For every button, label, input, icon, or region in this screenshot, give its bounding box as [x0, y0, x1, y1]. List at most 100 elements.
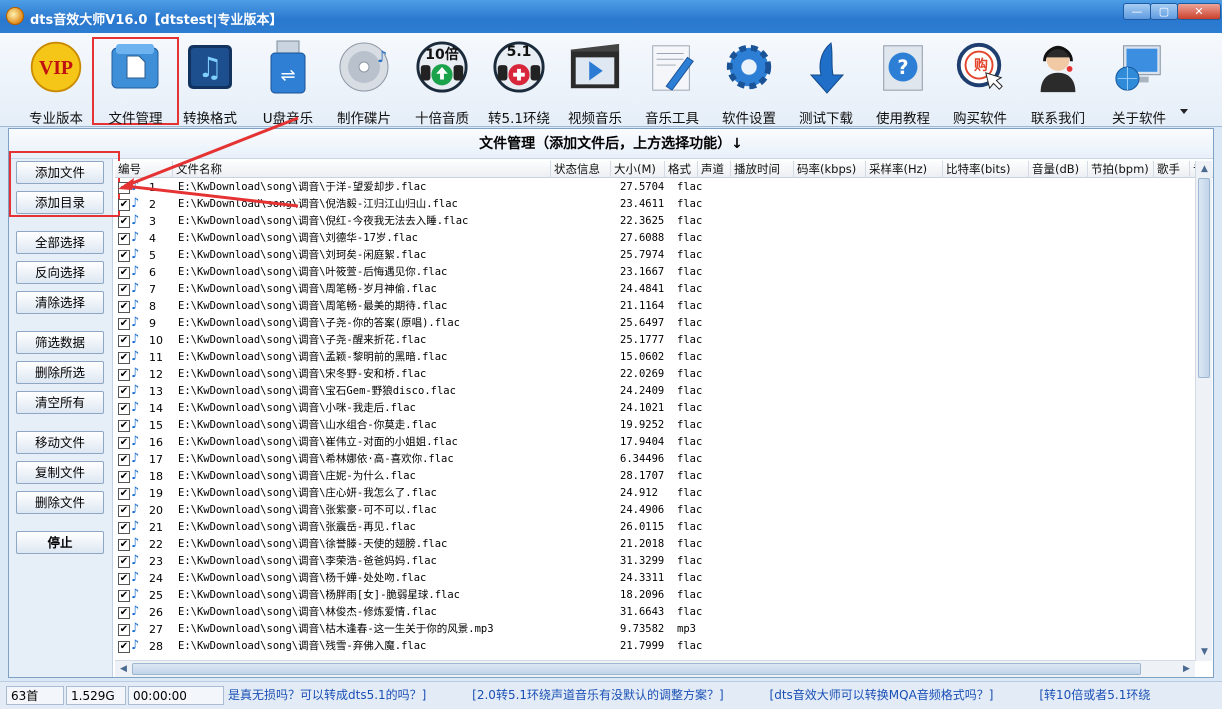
table-row[interactable]: ✔ ♪ 22 E:\KwDownload\song\调音\徐誉滕-天使的翅膀.flac…	[115, 536, 1197, 553]
tool-about-software[interactable]: 关于软件	[1100, 37, 1178, 127]
invert-selection-button[interactable]: 反向选择	[16, 261, 104, 284]
table-row[interactable]: ✔ ♪ 28 E:\KwDownload\song\调音\残雪-弃佛入魔.flac 21…	[115, 638, 1197, 655]
row-checkbox[interactable]: ✔	[118, 250, 130, 262]
tips-marquee[interactable]: 是真无损吗？可以转成dts5.1的吗？] [2.0转5.1环绕声道音乐有没默认的…	[228, 686, 1218, 705]
horizontal-scrollbar[interactable]: ◀ ▶	[115, 660, 1195, 677]
table-row[interactable]: ✔ ♪ 15 E:\KwDownload\song\调音\山水组合-你莫走.flac 1…	[115, 417, 1197, 434]
tool-test-download[interactable]: 测试下载	[787, 37, 865, 127]
col-number[interactable]: 编号	[115, 161, 173, 178]
horizontal-scroll-thumb[interactable]	[132, 663, 1141, 675]
row-checkbox[interactable]: ✔	[118, 624, 130, 636]
tool-ten-times-quality[interactable]: 10倍 十倍音质	[403, 37, 481, 127]
clear-selection-button[interactable]: 清除选择	[16, 291, 104, 314]
table-row[interactable]: ✔ ♪ 23 E:\KwDownload\song\调音\李荣浩-爸爸妈妈.flac 3…	[115, 553, 1197, 570]
row-checkbox[interactable]: ✔	[118, 522, 130, 534]
table-row[interactable]: ✔ ♪ 14 E:\KwDownload\song\调音\小咪-我走后.flac 24.…	[115, 400, 1197, 417]
close-button[interactable]: ✕	[1177, 3, 1221, 20]
row-checkbox[interactable]: ✔	[118, 216, 130, 228]
filter-data-button[interactable]: 筛选数据	[16, 331, 104, 354]
table-row[interactable]: ✔ ♪ 18 E:\KwDownload\song\调音\庄妮-为什么.flac 28.…	[115, 468, 1197, 485]
select-all-button[interactable]: 全部选择	[16, 231, 104, 254]
table-row[interactable]: ✔ ♪ 20 E:\KwDownload\song\调音\张紫豪-可不可以.flac 2…	[115, 502, 1197, 519]
row-checkbox[interactable]: ✔	[118, 335, 130, 347]
row-checkbox[interactable]: ✔	[118, 267, 130, 279]
table-row[interactable]: ✔ ♪ 12 E:\KwDownload\song\调音\宋冬野-安和桥.flac 22…	[115, 366, 1197, 383]
col-volume[interactable]: 音量(dB)	[1029, 161, 1088, 178]
tool-buy-software[interactable]: 购 购买软件	[941, 37, 1019, 127]
table-row[interactable]: ✔ ♪ 8 E:\KwDownload\song\调音\周笔畅-最美的期待.flac 2…	[115, 298, 1197, 315]
scroll-down-icon[interactable]: ▼	[1196, 644, 1213, 661]
vertical-scrollbar[interactable]: ▲ ▼	[1195, 161, 1212, 661]
row-checkbox[interactable]: ✔	[118, 233, 130, 245]
row-checkbox[interactable]: ✔	[118, 641, 130, 653]
col-samplerate[interactable]: 采样率(Hz)	[866, 161, 943, 178]
tool-surround-51[interactable]: 5.1 转5.1环绕	[480, 37, 558, 127]
col-status[interactable]: 状态信息	[551, 161, 611, 178]
table-row[interactable]: ✔ ♪ 10 E:\KwDownload\song\调音\子尧-醒来折花.flac 25…	[115, 332, 1197, 349]
tool-contact-us[interactable]: 联系我们	[1019, 37, 1097, 127]
table-row[interactable]: ✔ ♪ 2 E:\KwDownload\song\调音\倪浩毅-江归江山归山.flac…	[115, 196, 1197, 213]
table-row[interactable]: ✔ ♪ 13 E:\KwDownload\song\调音\宝石Gem-野狼disco.…	[115, 383, 1197, 400]
copy-file-button[interactable]: 复制文件	[16, 461, 104, 484]
col-channel[interactable]: 声道	[698, 161, 731, 178]
stop-button[interactable]: 停止	[16, 531, 104, 554]
table-row[interactable]: ✔ ♪ 19 E:\KwDownload\song\调音\庄心妍-我怎么了.flac 2…	[115, 485, 1197, 502]
col-format[interactable]: 格式	[665, 161, 698, 178]
minimize-button[interactable]: —	[1123, 3, 1151, 20]
delete-file-button[interactable]: 删除文件	[16, 491, 104, 514]
row-checkbox[interactable]: ✔	[118, 403, 130, 415]
row-checkbox[interactable]: ✔	[118, 352, 130, 364]
table-row[interactable]: ✔ ♪ 9 E:\KwDownload\song\调音\子尧-你的答案(原唱).fla…	[115, 315, 1197, 332]
table-row[interactable]: ✔ ♪ 26 E:\KwDownload\song\调音\林俊杰-修炼爱情.flac 3…	[115, 604, 1197, 621]
row-checkbox[interactable]: ✔	[118, 301, 130, 313]
tool-pro-version[interactable]: VIP 专业版本	[17, 37, 95, 127]
tool-usb-music[interactable]: ⇌ U盘音乐	[249, 37, 327, 127]
col-artist[interactable]: 歌手	[1154, 161, 1190, 178]
table-row[interactable]: ✔ ♪ 25 E:\KwDownload\song\调音\杨胖雨[女]-脆弱星球.fl…	[115, 587, 1197, 604]
col-size[interactable]: 大小(M)	[611, 161, 665, 178]
row-checkbox[interactable]: ✔	[118, 182, 130, 194]
table-row[interactable]: ✔ ♪ 1 E:\KwDownload\song\调音\于洋-望爱却步.flac 27.…	[115, 179, 1197, 196]
tip-link[interactable]: [dts音效大师可以转换MQA音频格式吗？]	[770, 688, 994, 702]
row-checkbox[interactable]: ✔	[118, 573, 130, 585]
maximize-button[interactable]: ▢	[1150, 3, 1178, 20]
table-row[interactable]: ✔ ♪ 27 E:\KwDownload\song\调音\枯木逢春-这一生关于你的风景…	[115, 621, 1197, 638]
tip-link[interactable]: [2.0转5.1环绕声道音乐有没默认的调整方案？]	[472, 688, 724, 702]
table-row[interactable]: ✔ ♪ 4 E:\KwDownload\song\调音\刘德华-17岁.flac 27.…	[115, 230, 1197, 247]
row-checkbox[interactable]: ✔	[118, 199, 130, 211]
delete-selected-button[interactable]: 删除所选	[16, 361, 104, 384]
tool-software-settings[interactable]: 软件设置	[710, 37, 788, 127]
col-duration[interactable]: 播放时间	[731, 161, 794, 178]
scroll-up-icon[interactable]: ▲	[1196, 161, 1213, 178]
row-checkbox[interactable]: ✔	[118, 539, 130, 551]
table-row[interactable]: ✔ ♪ 5 E:\KwDownload\song\调音\刘珂矣-闲庭絮.flac 25.…	[115, 247, 1197, 264]
move-file-button[interactable]: 移动文件	[16, 431, 104, 454]
col-filename[interactable]: 文件名称	[173, 161, 551, 178]
table-row[interactable]: ✔ ♪ 21 E:\KwDownload\song\调音\张震岳-再见.flac 26.…	[115, 519, 1197, 536]
row-checkbox[interactable]: ✔	[118, 556, 130, 568]
scroll-left-icon[interactable]: ◀	[115, 661, 132, 678]
row-checkbox[interactable]: ✔	[118, 505, 130, 517]
row-checkbox[interactable]: ✔	[118, 454, 130, 466]
col-bitdepth[interactable]: 比特率(bits)	[943, 161, 1029, 178]
table-row[interactable]: ✔ ♪ 16 E:\KwDownload\song\调音\崔伟立-对面的小姐姐.fla…	[115, 434, 1197, 451]
col-bpm[interactable]: 节拍(bpm)	[1088, 161, 1154, 178]
table-row[interactable]: ✔ ♪ 11 E:\KwDownload\song\调音\孟颖-黎明前的黑暗.flac…	[115, 349, 1197, 366]
tip-link[interactable]: [转10倍或者5.1环绕	[1039, 688, 1150, 702]
row-checkbox[interactable]: ✔	[118, 420, 130, 432]
tool-tutorial[interactable]: ? 使用教程	[864, 37, 942, 127]
table-row[interactable]: ✔ ♪ 6 E:\KwDownload\song\调音\叶筱萱-后悔遇见你.flac 2…	[115, 264, 1197, 281]
vertical-scroll-thumb[interactable]	[1198, 178, 1210, 378]
table-row[interactable]: ✔ ♪ 24 E:\KwDownload\song\调音\杨千嬅-处处吻.flac 24…	[115, 570, 1197, 587]
clear-all-button[interactable]: 清空所有	[16, 391, 104, 414]
table-row[interactable]: ✔ ♪ 17 E:\KwDownload\song\调音\希林娜依·高-喜欢你.fla…	[115, 451, 1197, 468]
row-checkbox[interactable]: ✔	[118, 590, 130, 602]
table-row[interactable]: ✔ ♪ 3 E:\KwDownload\song\调音\倪红-今夜我无法去入睡.fla…	[115, 213, 1197, 230]
tip-link[interactable]: 是真无损吗？可以转成dts5.1的吗？]	[228, 688, 426, 702]
row-checkbox[interactable]: ✔	[118, 386, 130, 398]
tool-video-music[interactable]: 视频音乐	[556, 37, 634, 127]
scroll-right-icon[interactable]: ▶	[1178, 661, 1195, 678]
row-checkbox[interactable]: ✔	[118, 607, 130, 619]
toolbar-more-icon[interactable]	[1180, 109, 1188, 114]
tool-make-disc[interactable]: ♪ 制作碟片	[325, 37, 403, 127]
